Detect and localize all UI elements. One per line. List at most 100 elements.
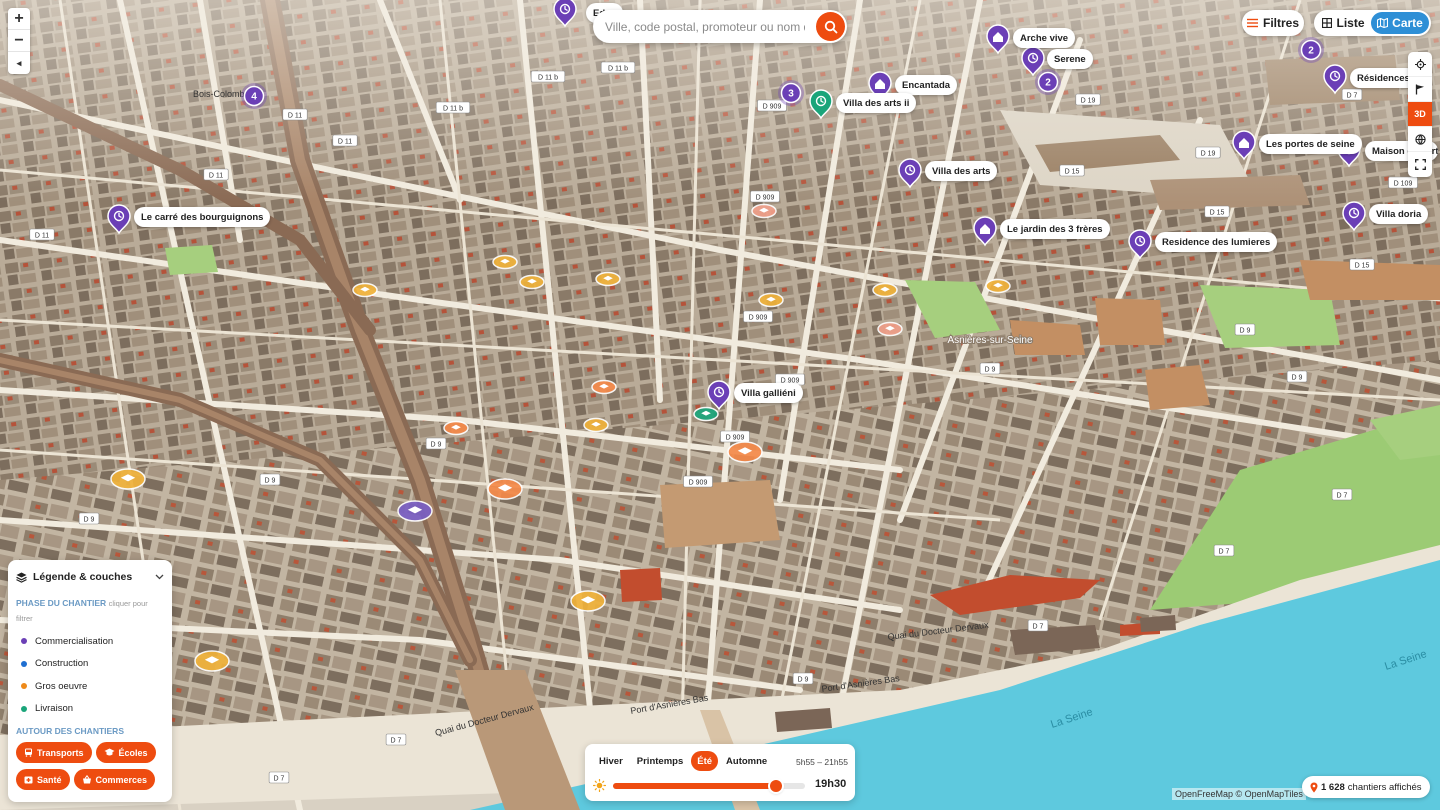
search-button[interactable] <box>816 12 845 41</box>
road-shield-label: D 909 <box>689 480 708 487</box>
layers-icon <box>16 572 27 583</box>
filters-label: Filtres <box>1262 16 1299 30</box>
pin-label[interactable]: Le jardin des 3 frères <box>1000 219 1110 239</box>
time-slider[interactable] <box>613 780 805 792</box>
road-shield-label: D 11 <box>35 233 49 240</box>
phase-dot <box>21 705 27 712</box>
poi-layer-chip[interactable]: Écoles <box>95 742 156 763</box>
compass-button[interactable]: ◂ <box>8 52 30 74</box>
road-shield-label: D 9 <box>84 517 95 524</box>
cluster-count: 2 <box>1308 46 1314 57</box>
search-input[interactable] <box>605 19 805 34</box>
mode-3d-button[interactable]: 3D <box>1408 102 1432 127</box>
phase-label: Construction <box>35 658 89 670</box>
chip-row: Santé Commerces <box>16 769 164 790</box>
pin-label[interactable]: Résidences <box>1350 68 1417 88</box>
pin-label[interactable]: Villa galliéni <box>734 383 803 403</box>
road-shield-label: D 11 b <box>538 75 558 82</box>
chevron-down-icon[interactable] <box>155 574 164 580</box>
basket-icon <box>82 775 92 784</box>
season-button[interactable]: Hiver <box>593 751 629 771</box>
phase-filter-item[interactable]: Gros oeuvre <box>16 675 164 698</box>
chip-label: Commerces <box>95 774 148 785</box>
phase-label: Gros oeuvre <box>35 680 88 692</box>
phase-dot <box>21 660 27 667</box>
view-toggle: Liste Carte <box>1314 10 1431 36</box>
pin-label[interactable]: Serene <box>1047 49 1093 69</box>
phase-filter-item[interactable]: Construction <box>16 653 164 676</box>
project-count-badge: 1 628 chantiers affichés <box>1302 776 1430 798</box>
chip-label: Écoles <box>118 747 148 758</box>
pin-label[interactable]: Le carré des bourguignons <box>134 207 271 227</box>
map-attribution[interactable]: OpenFreeMap © OpenMapTiles <box>1172 788 1306 800</box>
cluster-count: 2 <box>1045 78 1051 89</box>
phase-filter-item[interactable]: Livraison <box>16 698 164 721</box>
cluster-count: 4 <box>251 92 257 103</box>
road-shield-label: D 9 <box>1240 328 1251 335</box>
road-shield-label: D 7 <box>1033 624 1044 631</box>
locate-button[interactable] <box>1408 52 1432 77</box>
zoom-out-button[interactable]: − <box>8 30 30 52</box>
globe-button[interactable] <box>1408 127 1432 152</box>
pin-label[interactable]: Villa des arts <box>925 161 998 181</box>
pin-label[interactable]: Residence des lumieres <box>1155 232 1278 252</box>
phase-list: Commercialisation Construction Gros oeuvre… <box>16 630 164 720</box>
season-button[interactable]: Automne <box>720 751 773 771</box>
graduation-cap-icon <box>104 748 115 757</box>
road-shield-label: D 11 <box>288 113 302 120</box>
phase-section-title: PHASE DU CHANTIER cliquer pour filtrer <box>16 596 164 626</box>
phase-dot <box>21 638 27 645</box>
legend-title: Légende & couches <box>33 571 133 583</box>
filters-button[interactable]: Filtres <box>1242 10 1304 36</box>
road-shield-label: D 909 <box>749 315 768 322</box>
pin-label[interactable]: Arche vive <box>1013 28 1076 48</box>
road-shield-label: D 15 <box>1355 263 1370 270</box>
flag-icon <box>1415 84 1424 94</box>
season-button[interactable]: Été <box>691 751 719 771</box>
phase-filter-item[interactable]: Commercialisation <box>16 630 164 653</box>
pin-label[interactable]: Les portes de seine <box>1259 134 1362 154</box>
location-pin-icon <box>1310 782 1318 792</box>
phase-label: Commercialisation <box>35 635 114 647</box>
list-view-label: Liste <box>1336 16 1365 30</box>
current-time: 19h30 <box>815 778 847 790</box>
road-shield-label: D 15 <box>1065 169 1080 176</box>
road-shield-label: D 11 b <box>608 66 628 73</box>
fullscreen-button[interactable] <box>1408 152 1432 177</box>
road-shield-label: D 909 <box>756 195 775 202</box>
legend-panel: Légende & couches PHASE DU CHANTIER cliq… <box>8 560 172 802</box>
map-view-button[interactable]: Carte <box>1371 12 1429 34</box>
road-shield-label: D 11 b <box>443 106 463 113</box>
search-icon <box>824 20 837 33</box>
phase-title: PHASE DU CHANTIER <box>16 598 107 608</box>
map-side-tools: 3D <box>1408 52 1432 177</box>
list-view-button[interactable]: Liste <box>1316 12 1371 34</box>
road-shield-label: D 19 <box>1081 98 1096 105</box>
phase-dot <box>21 683 27 690</box>
road-shield-label: D 9 <box>431 442 442 449</box>
map-canvas[interactable]: Asnières-sur-Seine Bois-Colombes La Sein… <box>0 0 1440 810</box>
map-view-label: Carte <box>1392 16 1423 30</box>
season-button[interactable]: Printemps <box>631 751 689 771</box>
zoom-in-button[interactable]: + <box>8 8 30 30</box>
pin-label[interactable]: Villa des arts ii <box>836 93 917 113</box>
poi-layer-chip[interactable]: Transports <box>16 742 92 763</box>
project-count-suffix: chantiers affichés <box>1347 781 1422 793</box>
road-shield-label: D 11 <box>209 173 223 180</box>
poi-layer-chip[interactable]: Santé <box>16 769 70 790</box>
cluster-count: 3 <box>788 89 794 100</box>
road-shield-label: D 7 <box>1347 93 1358 100</box>
poi-layer-chip[interactable]: Commerces <box>73 769 156 790</box>
chip-label: Transports <box>37 747 84 758</box>
road-shield-label: D 909 <box>763 104 782 111</box>
road-shield-label: D 11 <box>338 139 352 146</box>
globe-icon <box>1414 133 1426 145</box>
map-icon <box>1377 18 1389 28</box>
flag-button[interactable] <box>1408 77 1432 102</box>
time-slider-handle[interactable] <box>770 780 783 792</box>
medical-icon <box>24 775 33 784</box>
legend-header[interactable]: Légende & couches <box>16 568 164 586</box>
pin-label[interactable]: Encantada <box>895 75 958 95</box>
pin-label[interactable]: Villa doria <box>1369 204 1429 224</box>
sun-simulation-panel: Hiver Printemps Été Automne 5h55 – 21h55 19… <box>585 744 855 801</box>
